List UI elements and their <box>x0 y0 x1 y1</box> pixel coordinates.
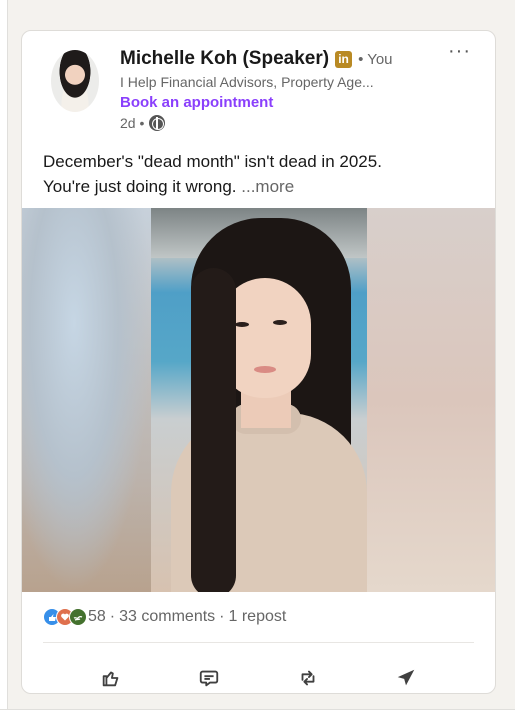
send-button[interactable] <box>386 658 426 693</box>
social-counts: 58 · 33 comments · 1 repost <box>22 592 495 632</box>
separator: · <box>109 607 116 625</box>
image-blur-left <box>22 208 152 592</box>
photo-eye-right <box>273 320 287 325</box>
send-icon <box>397 669 415 686</box>
reaction-count[interactable]: 58 <box>88 608 106 626</box>
reaction-icons[interactable] <box>43 607 87 626</box>
comments-count[interactable]: 33 comments <box>119 608 215 626</box>
image-blur-right <box>365 208 495 592</box>
comment-icon <box>200 670 219 687</box>
post-text: December's "dead month" isn't dead in 20… <box>22 143 495 208</box>
post-text-line-2-content: You're just doing it wrong. <box>43 177 237 196</box>
post-time: 2d • <box>120 115 145 131</box>
separator: · <box>219 607 225 625</box>
book-appointment-link[interactable]: Book an appointment <box>120 94 273 111</box>
connection-degree: • You <box>358 50 393 68</box>
author-headline: I Help Financial Advisors, Property Age.… <box>120 74 374 90</box>
photo-lips <box>254 366 276 373</box>
next-post-edge <box>0 709 515 720</box>
support-reaction-icon <box>69 607 87 626</box>
photo-hair-front <box>191 268 236 592</box>
post-actions <box>22 643 495 693</box>
post-header: Michelle Koh (Speaker) in • You I Help F… <box>22 31 495 143</box>
feed-post-card: Michelle Koh (Speaker) in • You I Help F… <box>21 30 496 694</box>
repost-icon <box>301 670 315 686</box>
see-more-link[interactable]: ...more <box>241 177 294 196</box>
post-text-line-2: You're just doing it wrong. ...more <box>43 174 474 199</box>
author-avatar[interactable] <box>51 50 99 112</box>
post-text-line-1: December's "dead month" isn't dead in 20… <box>43 152 382 171</box>
author-name[interactable]: Michelle Koh (Speaker) <box>120 48 329 70</box>
photo-eye-left <box>235 322 249 327</box>
comment-button[interactable] <box>189 658 229 693</box>
portrait-photo[interactable] <box>151 208 367 592</box>
globe-icon <box>149 115 166 131</box>
post-image[interactable] <box>22 208 495 592</box>
like-button[interactable] <box>91 658 131 693</box>
more-options-button[interactable]: ··· <box>448 40 471 63</box>
linkedin-premium-icon: in <box>335 50 353 68</box>
repost-button[interactable] <box>288 658 328 693</box>
post-meta: 2d • <box>120 115 166 131</box>
like-icon <box>102 671 119 687</box>
reposts-count[interactable]: 1 repost <box>229 608 287 626</box>
left-panel-edge <box>0 0 8 720</box>
author-name-row: Michelle Koh (Speaker) in • You <box>120 48 393 70</box>
